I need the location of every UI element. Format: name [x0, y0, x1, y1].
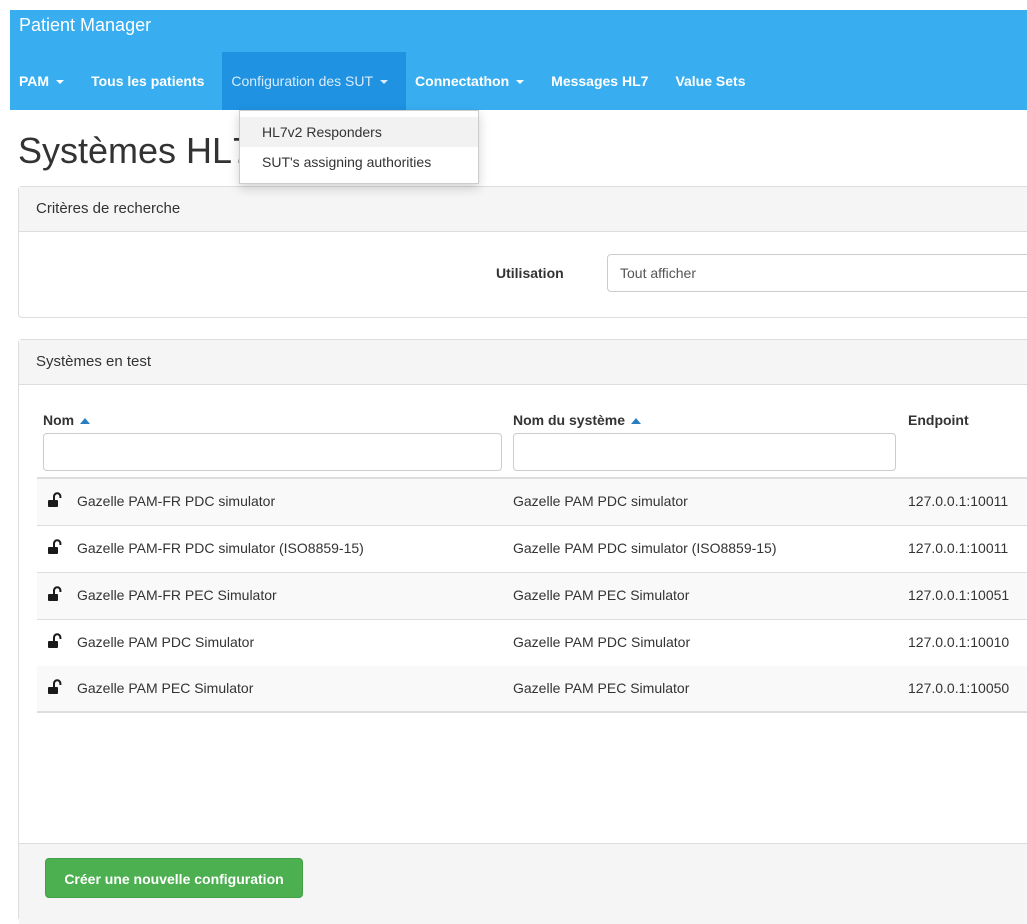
cell-endpoint: 127.0.0.1:10011	[908, 493, 1009, 509]
nav-item-label: Tous les patients	[91, 73, 205, 89]
page-title: Systèmes HL7	[18, 130, 253, 171]
caret-down-icon	[56, 80, 65, 85]
unlocked-padlock-icon	[48, 492, 62, 507]
filter-nom-du-systeme-input[interactable]	[513, 433, 896, 471]
search-criteria-panel: Critères de recherche Utilisation Tout a…	[18, 186, 1027, 318]
cell-name: Gazelle PAM-FR PEC Simulator	[77, 587, 277, 603]
caret-down-icon	[516, 80, 525, 85]
column-header-label: Nom	[43, 412, 75, 428]
unlocked-padlock-icon	[48, 679, 62, 694]
nav-item-connectathon[interactable]: Connectathon	[406, 52, 542, 110]
cell-endpoint: 127.0.0.1:10050	[908, 680, 1010, 696]
column-header-endpoint: Endpoint	[908, 412, 969, 428]
column-header-label: Endpoint	[908, 412, 969, 428]
table-row[interactable]: Gazelle PAM PEC Simulator Gazelle PAM PE…	[37, 666, 1027, 713]
create-configuration-button[interactable]: Créer une nouvelle configuration	[45, 858, 303, 898]
cell-system: Gazelle PAM PDC Simulator	[513, 634, 691, 650]
sort-ascending-icon	[80, 418, 91, 425]
panel-heading: Systèmes en test	[19, 340, 1027, 385]
table-row[interactable]: Gazelle PAM-FR PDC simulator (ISO8859-15…	[37, 526, 1027, 573]
panel-footer: Créer une nouvelle configuration	[19, 843, 1027, 924]
unlocked-padlock-icon	[48, 633, 62, 648]
cell-system: Gazelle PAM PDC simulator	[513, 493, 688, 509]
nav-item-label: Value Sets	[675, 73, 746, 89]
caret-down-icon	[380, 80, 389, 85]
cell-system: Gazelle PAM PEC Simulator	[513, 587, 690, 603]
menu-item-hl7v2-responders[interactable]: HL7v2 Responders	[240, 117, 478, 147]
navbar: Patient Manager PAM Tous les patients Co…	[10, 10, 1027, 110]
unlocked-padlock-icon	[48, 539, 62, 554]
configuration-dropdown-menu: HL7v2 Responders SUT's assigning authori…	[239, 110, 479, 184]
nav-item-pam[interactable]: PAM	[10, 52, 82, 110]
cell-name: Gazelle PAM PDC Simulator	[77, 634, 255, 650]
cell-name: Gazelle PAM-FR PDC simulator (ISO8859-15…	[77, 540, 364, 556]
column-header-nom-du-systeme[interactable]: Nom du système	[513, 412, 642, 428]
nav-item-tous-les-patients[interactable]: Tous les patients	[82, 52, 222, 110]
sort-ascending-icon	[631, 418, 642, 425]
app-title[interactable]: Patient Manager	[19, 15, 151, 36]
cell-endpoint: 127.0.0.1:10010	[908, 634, 1010, 650]
unlocked-padlock-icon	[48, 586, 62, 601]
column-header-label: Nom du système	[513, 412, 626, 428]
utilisation-label: Utilisation	[496, 265, 564, 281]
cell-name: Gazelle PAM-FR PDC simulator	[77, 493, 276, 509]
nav-item-label: Connectathon	[415, 73, 510, 89]
nav-item-configuration-des-sut[interactable]: Configuration des SUT	[222, 52, 407, 110]
filter-nom-input[interactable]	[43, 433, 502, 471]
nav-item-label: Messages HL7	[551, 73, 649, 89]
cell-system: Gazelle PAM PEC Simulator	[513, 680, 690, 696]
nav-item-messages-hl7[interactable]: Messages HL7	[542, 52, 666, 110]
column-header-nom[interactable]: Nom	[43, 412, 91, 428]
cell-endpoint: 127.0.0.1:10051	[908, 587, 1010, 603]
table-bottom-divider	[37, 711, 1027, 713]
nav-item-label: Configuration des SUT	[231, 73, 374, 89]
cell-endpoint: 127.0.0.1:10011	[908, 540, 1009, 556]
nav-item-label: PAM	[19, 73, 50, 89]
panel-heading: Critères de recherche	[19, 187, 1027, 232]
table-row[interactable]: Gazelle PAM PDC Simulator Gazelle PAM PD…	[37, 620, 1027, 667]
cell-name: Gazelle PAM PEC Simulator	[77, 680, 254, 696]
nav-item-value-sets[interactable]: Value Sets	[666, 52, 763, 110]
systems-under-test-panel: Systèmes en test Nom Nom du système Endp…	[18, 339, 1027, 924]
table-row[interactable]: Gazelle PAM-FR PEC Simulator Gazelle PAM…	[37, 573, 1027, 620]
utilisation-select[interactable]: Tout afficher	[607, 254, 1027, 292]
cell-system: Gazelle PAM PDC simulator (ISO8859-15)	[513, 540, 777, 556]
table-row[interactable]: Gazelle PAM-FR PDC simulator Gazelle PAM…	[37, 479, 1027, 526]
main-nav: PAM Tous les patients Configuration des …	[10, 52, 763, 110]
menu-item-assigning-authorities[interactable]: SUT's assigning authorities	[240, 147, 478, 177]
